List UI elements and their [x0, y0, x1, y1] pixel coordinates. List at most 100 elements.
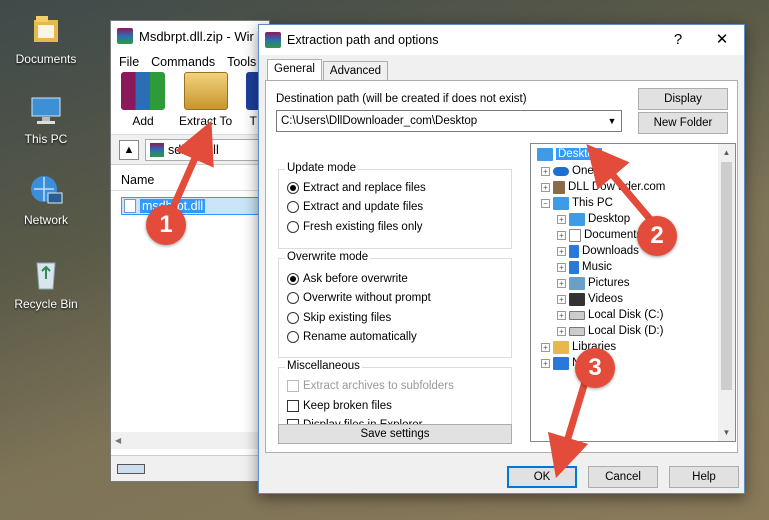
update-mode-group: Update mode Extract and replace files Ex…: [278, 162, 512, 249]
tab-general[interactable]: General: [267, 59, 322, 81]
expand-icon[interactable]: +: [541, 166, 550, 176]
tree-scrollbar[interactable]: ▲ ▼: [718, 144, 735, 441]
overwrite-mode-group: Overwrite mode Ask before overwrite Over…: [278, 251, 512, 358]
miscellaneous-title: Miscellaneous: [285, 360, 362, 372]
radio-overwrite-without-prompt[interactable]: Overwrite without prompt: [287, 292, 431, 304]
radio-button[interactable]: [287, 331, 299, 343]
step-marker-1: 1: [146, 205, 186, 245]
radio-button[interactable]: [287, 292, 299, 304]
tree-item-user[interactable]: + DLL Dow ader.com: [541, 179, 665, 195]
radio-fresh-existing[interactable]: Fresh existing files only: [287, 221, 423, 233]
radio-extract-replace[interactable]: Extract and replace files: [287, 182, 426, 194]
expand-icon[interactable]: +: [557, 326, 566, 336]
libraries-icon: [553, 340, 569, 354]
radio-extract-update[interactable]: Extract and update files: [287, 201, 423, 213]
tree-item-label: Desktop: [556, 148, 603, 160]
tree-item-label: Pictures: [588, 277, 630, 289]
expand-icon[interactable]: +: [557, 214, 566, 224]
videos-icon: [569, 292, 585, 306]
checkbox[interactable]: [287, 400, 299, 412]
radio-button[interactable]: [287, 201, 299, 213]
tree-item-local-disk-d[interactable]: + Local Disk (D:): [557, 323, 663, 339]
desktop-icon-network[interactable]: Network: [6, 173, 86, 227]
user-icon: [553, 180, 565, 194]
expand-icon[interactable]: +: [557, 230, 566, 240]
tree-item-pictures[interactable]: + Pictures: [557, 275, 630, 291]
network-icon: [553, 356, 569, 370]
expand-icon[interactable]: +: [541, 182, 550, 192]
expand-icon[interactable]: +: [557, 310, 566, 320]
menu-commands[interactable]: Commands: [151, 55, 215, 69]
expand-icon[interactable]: +: [541, 342, 550, 352]
tree-item-label: Desktop: [588, 213, 631, 225]
folder-tree[interactable]: Desktop + OneDr + DLL Dow ader.com − Thi…: [530, 143, 736, 442]
file-list-item[interactable]: msdbrpt.dll: [121, 197, 261, 215]
expand-icon[interactable]: +: [557, 246, 566, 256]
ok-button[interactable]: OK: [507, 466, 577, 488]
tree-item-downloads[interactable]: + Downloads: [557, 243, 639, 259]
add-button[interactable]: Add: [121, 72, 165, 128]
tree-item-label: Local Disk (D:): [588, 325, 664, 337]
winrar-title-bar[interactable]: Msdbrpt.dll.zip - Wir: [111, 21, 269, 51]
menu-file[interactable]: File: [119, 55, 139, 69]
collapse-icon[interactable]: −: [541, 198, 550, 208]
tree-item-music[interactable]: + Music: [557, 259, 612, 275]
horizontal-scrollbar[interactable]: ◀: [111, 432, 269, 449]
archive-path-box[interactable]: sdbrpt.dll: [145, 138, 269, 161]
update-mode-title: Update mode: [285, 162, 359, 174]
checkbox-keep-broken-files[interactable]: Keep broken files: [287, 400, 392, 412]
column-header-name[interactable]: Name: [111, 169, 269, 191]
winrar-toolbar: Add Extract To T: [111, 72, 269, 135]
radio-skip-existing[interactable]: Skip existing files: [287, 312, 391, 324]
overwrite-mode-title: Overwrite mode: [285, 251, 371, 263]
scroll-down-icon[interactable]: ▼: [718, 424, 735, 441]
radio-button[interactable]: [287, 273, 299, 285]
chevron-down-icon[interactable]: ▼: [603, 116, 621, 126]
network-icon: [28, 173, 64, 209]
new-folder-button[interactable]: New Folder: [638, 112, 728, 134]
help-icon[interactable]: ?: [656, 25, 700, 55]
expand-icon[interactable]: +: [557, 294, 566, 304]
radio-label: Fresh existing files only: [303, 221, 423, 233]
pictures-icon: [569, 276, 585, 290]
radio-label: Ask before overwrite: [303, 273, 408, 285]
display-button[interactable]: Display: [638, 88, 728, 110]
radio-rename-automatically[interactable]: Rename automatically: [287, 331, 417, 343]
desktop-icon-recycle-bin[interactable]: Recycle Bin: [6, 257, 86, 311]
tree-item-this-pc[interactable]: − This PC: [541, 195, 613, 211]
desktop-icon-this-pc[interactable]: This PC: [6, 92, 86, 146]
checkbox-label: Extract archives to subfolders: [303, 380, 454, 392]
tab-advanced[interactable]: Advanced: [322, 61, 389, 81]
winrar-address-bar: ▲ sdbrpt.dll: [111, 135, 269, 165]
desktop-icon: [569, 212, 585, 226]
close-icon[interactable]: ✕: [700, 25, 744, 55]
up-folder-button[interactable]: ▲: [119, 139, 139, 160]
tree-item-videos[interactable]: + Videos: [557, 291, 623, 307]
radio-button[interactable]: [287, 312, 299, 324]
scroll-thumb[interactable]: [721, 162, 732, 390]
scroll-up-icon[interactable]: ▲: [718, 144, 735, 161]
radio-button[interactable]: [287, 182, 299, 194]
step-marker-2: 2: [637, 216, 677, 256]
tree-item-local-disk-c[interactable]: + Local Disk (C:): [557, 307, 663, 323]
drive-icon: [569, 310, 585, 320]
tree-item-pc-desktop[interactable]: + Desktop: [557, 211, 630, 227]
expand-icon[interactable]: +: [541, 358, 550, 368]
expand-icon[interactable]: +: [557, 262, 566, 272]
desktop-icon-label: Recycle Bin: [14, 297, 78, 311]
help-button[interactable]: Help: [669, 466, 739, 488]
dialog-title-bar[interactable]: Extraction path and options ? ✕: [259, 25, 744, 55]
tree-item-onedrive[interactable]: + OneDr: [541, 163, 606, 179]
save-settings-button[interactable]: Save settings: [278, 424, 512, 444]
radio-button[interactable]: [287, 221, 299, 233]
radio-ask-before-overwrite[interactable]: Ask before overwrite: [287, 273, 408, 285]
expand-icon[interactable]: +: [557, 278, 566, 288]
recycle-bin-icon: [28, 257, 64, 293]
desktop-icon-documents[interactable]: Documents: [6, 12, 86, 66]
destination-path-combo[interactable]: C:\Users\DllDownloader_com\Desktop ▼: [276, 110, 622, 132]
menu-tools[interactable]: Tools: [227, 55, 256, 69]
tree-item-desktop[interactable]: Desktop: [537, 146, 603, 162]
extract-to-button[interactable]: Extract To: [179, 72, 232, 128]
cancel-button[interactable]: Cancel: [588, 466, 658, 488]
tree-item-documents[interactable]: + Documents: [557, 227, 642, 243]
